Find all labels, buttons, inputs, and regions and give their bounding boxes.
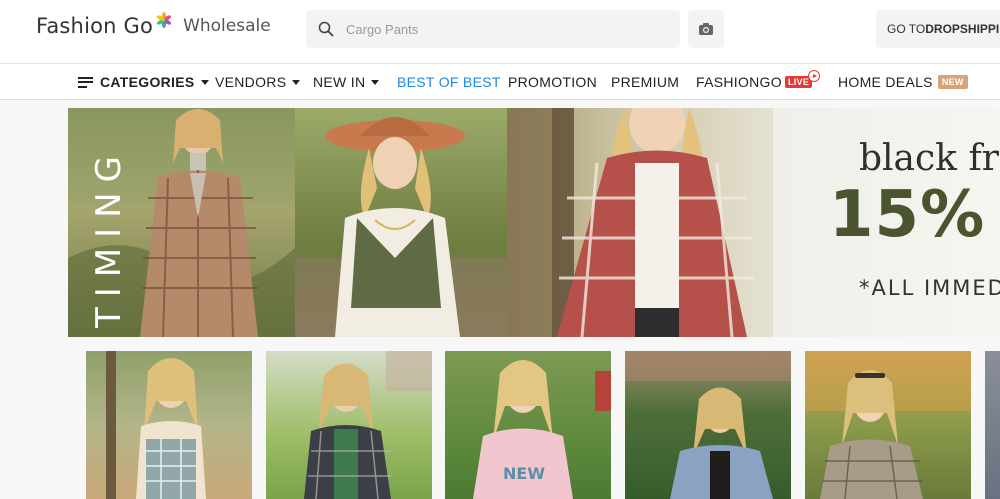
nav-promotion[interactable]: PROMOTION bbox=[508, 74, 597, 90]
dropship-bold: DROPSHIPPIN bbox=[925, 22, 1000, 36]
nav-promotion-label: PROMOTION bbox=[508, 74, 598, 90]
banner-vertical-text: TIMING bbox=[90, 146, 129, 328]
logo[interactable]: Fashion Go Wholesale bbox=[36, 11, 271, 38]
banner-photo-plaid-coat: TIMING bbox=[68, 108, 295, 337]
camera-icon bbox=[699, 23, 713, 35]
nav-home-deals-label: HOME DEALS bbox=[838, 74, 933, 90]
chevron-down-icon bbox=[371, 79, 380, 85]
banner-promo: black fri 15% O *ALL IMMED bbox=[773, 108, 1000, 337]
nav-fashiongo-label: FASHIONGO bbox=[696, 74, 782, 90]
nav-fashiongo-live[interactable]: FASHIONGO LIVE bbox=[696, 70, 821, 90]
dropshipping-button[interactable]: GO TO DROPSHIPPIN bbox=[876, 10, 1000, 48]
product-tile[interactable] bbox=[86, 351, 252, 499]
banner-photo-green-vest bbox=[295, 108, 507, 337]
play-icon bbox=[808, 70, 821, 82]
nav-categories-label: CATEGORIES bbox=[100, 74, 195, 90]
nav-best-of-best[interactable]: BEST OF BEST bbox=[397, 74, 501, 90]
nav-home-deals[interactable]: HOME DEALS NEW bbox=[838, 74, 968, 90]
product-tile[interactable] bbox=[985, 351, 1000, 499]
banner-photo-red-plaid bbox=[507, 108, 773, 337]
image-search-button[interactable] bbox=[688, 10, 724, 48]
logo-sub-text: Wholesale bbox=[183, 16, 271, 36]
nav-categories[interactable]: CATEGORIES bbox=[78, 74, 209, 90]
search-bar[interactable] bbox=[306, 10, 680, 48]
chevron-down-icon bbox=[292, 79, 301, 85]
main-nav: CATEGORIES VENDORS NEW IN BEST OF BEST P… bbox=[0, 63, 1000, 100]
product-tile[interactable] bbox=[805, 351, 971, 499]
svg-text:NEW: NEW bbox=[503, 464, 545, 483]
nav-new-in-label: NEW IN bbox=[313, 74, 366, 90]
nav-vendors-label: VENDORS bbox=[215, 74, 287, 90]
nav-new-in[interactable]: NEW IN bbox=[313, 74, 380, 90]
banner-vertical-text-graphic: TIMING bbox=[90, 146, 129, 328]
promo-subtext: *ALL IMMED bbox=[859, 276, 1000, 300]
product-tile[interactable] bbox=[625, 351, 791, 499]
live-badge: LIVE bbox=[784, 70, 821, 88]
chevron-down-icon bbox=[200, 79, 209, 85]
nav-premium-label: PREMIUM bbox=[611, 74, 680, 90]
live-badge-text: LIVE bbox=[787, 77, 810, 87]
promo-headline: black fri bbox=[859, 138, 1000, 179]
product-tile[interactable]: NEW bbox=[445, 351, 611, 499]
dropship-prefix: GO TO bbox=[887, 22, 926, 36]
logo-flower-icon bbox=[156, 11, 172, 29]
nav-best-of-best-label: BEST OF BEST bbox=[397, 74, 501, 90]
nav-premium[interactable]: PREMIUM bbox=[611, 74, 679, 90]
top-header: Fashion Go Wholesale GO TO DROPSHIPPIN bbox=[0, 0, 1000, 63]
promo-discount: 15% O bbox=[829, 178, 1000, 252]
hero-banner[interactable]: TIMING black fri 15% *ALL IMMED bbox=[68, 108, 1000, 337]
nav-vendors[interactable]: VENDORS bbox=[215, 74, 301, 90]
logo-main-text: Fashion Go bbox=[36, 14, 154, 38]
search-input[interactable] bbox=[346, 21, 646, 37]
new-badge: NEW bbox=[937, 75, 968, 89]
menu-icon bbox=[78, 76, 93, 88]
product-tile[interactable] bbox=[266, 351, 432, 499]
search-icon[interactable] bbox=[306, 21, 346, 37]
